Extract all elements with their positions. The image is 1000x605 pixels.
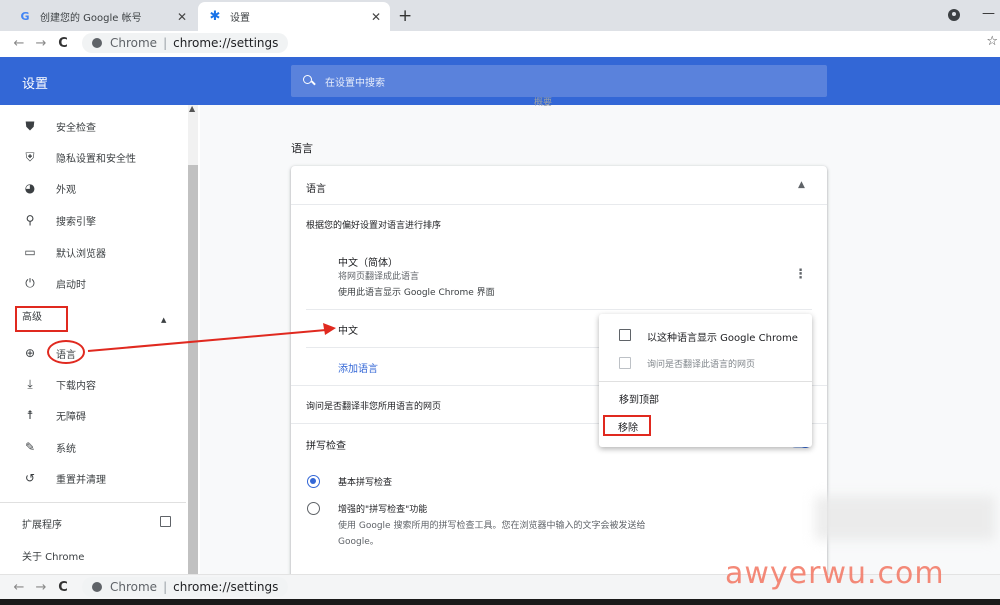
back-icon[interactable]: ← bbox=[8, 580, 30, 595]
bottom-edge bbox=[0, 599, 1000, 605]
address-bar[interactable]: Chrome | chrome://settings bbox=[82, 577, 289, 597]
forward-icon[interactable]: → bbox=[30, 580, 52, 595]
blurred-region bbox=[815, 496, 995, 540]
watermark: awyerwu.com bbox=[725, 556, 945, 591]
reload-icon[interactable]: C bbox=[52, 580, 74, 595]
url-text: chrome://settings bbox=[173, 580, 279, 594]
site-label: Chrome bbox=[110, 580, 158, 594]
separator: | bbox=[163, 580, 168, 594]
chrome-site-icon bbox=[92, 582, 102, 592]
